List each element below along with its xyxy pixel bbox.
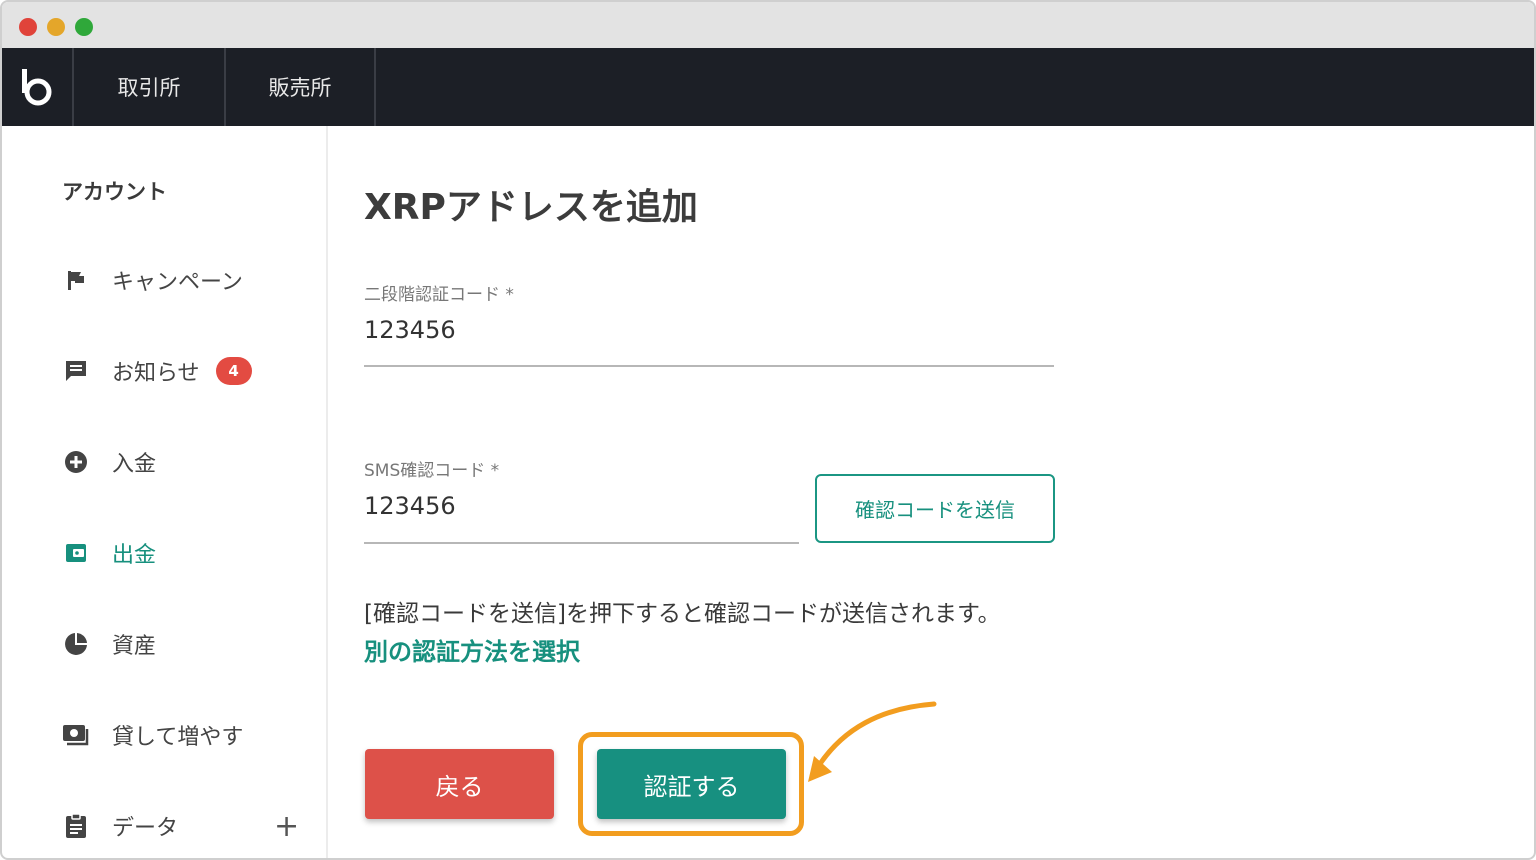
sidebar-item-label: 貸して増やす	[112, 725, 244, 750]
info-text: [確認コードを送信]を押下すると確認コードが送信されます。	[364, 601, 1001, 627]
notification-badge: 4	[215, 357, 252, 385]
sidebar-item-label: キャンペーン	[112, 270, 243, 295]
top-navigation: 取引所 販売所	[2, 48, 1534, 126]
expand-plus-icon[interactable]: +	[274, 812, 299, 842]
nav-tab-exchange[interactable]: 取引所	[74, 48, 226, 126]
two-factor-label: 二段階認証コード *	[364, 285, 514, 305]
sms-code-underline	[364, 542, 799, 544]
sidebar: アカウント キャンペーン お知らせ 4 入金 出金 資産 貸して増やす データ …	[2, 126, 328, 858]
sidebar-item-label: 資産	[112, 634, 157, 659]
sidebar-item-news[interactable]: お知らせ 4	[62, 351, 252, 391]
sidebar-heading: アカウント	[62, 180, 167, 204]
lending-icon	[62, 721, 90, 749]
nav-tab-sales[interactable]: 販売所	[226, 48, 376, 126]
two-factor-underline	[364, 365, 1054, 367]
sidebar-item-campaign[interactable]: キャンペーン	[62, 260, 243, 300]
sms-code-input[interactable]: 123456	[364, 492, 456, 520]
wallet-icon	[62, 539, 90, 567]
sms-code-label: SMS確認コード *	[364, 461, 500, 481]
sidebar-item-assets[interactable]: 資産	[62, 624, 156, 664]
back-button[interactable]: 戻る	[365, 749, 554, 819]
page-title: XRPアドレスを追加	[364, 187, 698, 228]
pointer-arrow-icon	[808, 701, 937, 782]
flag-icon	[62, 266, 90, 294]
logo[interactable]	[2, 48, 74, 126]
chat-icon	[62, 357, 90, 385]
close-window-button[interactable]	[19, 18, 37, 36]
title-bar	[2, 2, 1534, 48]
browser-window: 取引所 販売所 アカウント キャンペーン お知らせ 4 入金 出金 資産 貸して…	[0, 0, 1536, 860]
plus-circle-icon	[62, 448, 90, 476]
sidebar-item-data[interactable]: データ	[62, 806, 178, 846]
logo-icon	[22, 69, 52, 106]
sidebar-item-withdrawal[interactable]: 出金	[62, 533, 156, 573]
sidebar-item-label: 出金	[112, 543, 157, 568]
sidebar-item-lending[interactable]: 貸して増やす	[62, 715, 243, 755]
two-factor-input[interactable]: 123456	[364, 316, 456, 344]
maximize-window-button[interactable]	[75, 18, 93, 36]
authenticate-button[interactable]: 認証する	[597, 749, 786, 819]
minimize-window-button[interactable]	[47, 18, 65, 36]
clipboard-icon	[62, 812, 90, 840]
sidebar-item-label: お知らせ	[112, 361, 200, 386]
pie-chart-icon	[62, 630, 90, 658]
send-code-button[interactable]: 確認コードを送信	[815, 474, 1055, 543]
sidebar-item-label: 入金	[112, 452, 157, 477]
alternate-auth-link[interactable]: 別の認証方法を選択	[364, 632, 580, 667]
sidebar-item-label: データ	[112, 816, 179, 841]
sidebar-item-deposit[interactable]: 入金	[62, 442, 156, 482]
